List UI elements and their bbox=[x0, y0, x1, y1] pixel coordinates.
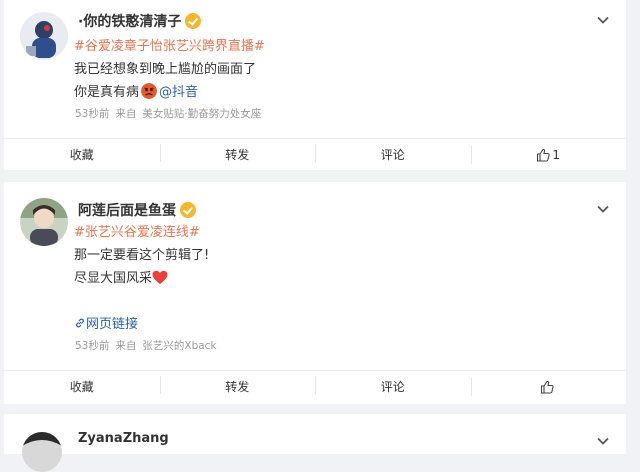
post-text-line-1: #张艺兴谷爱凌连线# bbox=[74, 221, 200, 240]
author-name[interactable]: ZyanaZhang bbox=[78, 431, 169, 446]
post-text-line-2: 我已经想象到晚上尴尬的画面了 bbox=[74, 62, 257, 77]
post-time[interactable]: 53秒前 bbox=[75, 108, 109, 120]
post-text-line-1: #谷爱凌章子怡张艺兴跨界直播# bbox=[74, 35, 265, 54]
author-name[interactable]: ·你的铁憨清清子 bbox=[78, 11, 202, 31]
repost-button[interactable]: 转发 bbox=[159, 144, 316, 163]
avatar[interactable] bbox=[20, 12, 68, 60]
chevron-down-icon[interactable] bbox=[596, 13, 610, 27]
comment-button[interactable]: 评论 bbox=[315, 376, 471, 395]
post-meta: 53秒前 来自 美女贴贴·勤奋努力处女座 bbox=[75, 106, 267, 121]
post-text-line-3: 你是真有病 @抖音 bbox=[74, 83, 199, 100]
feed-post-1: ·你的铁憨清清子 #谷爱凌章子怡张艺兴跨界直播# 我已经想象到晚上尴尬的画面了 … bbox=[4, 0, 626, 170]
author-name[interactable]: 阿莲后面是鱼蛋 bbox=[78, 200, 196, 220]
post-text-line-2: 那一定要看这个剪辑了! bbox=[74, 248, 210, 263]
like-button[interactable]: 1 bbox=[470, 145, 627, 164]
action-bar: 收藏 转发 评论 1 bbox=[4, 138, 626, 170]
mention-link[interactable]: @抖音 bbox=[159, 85, 198, 100]
avatar[interactable] bbox=[20, 198, 68, 246]
hashtag-link[interactable]: #谷爱凌章子怡张艺兴跨界直播# bbox=[74, 39, 265, 54]
source-prefix: 来自 bbox=[115, 340, 137, 352]
post-meta: 53秒前 来自 张艺兴的Xback bbox=[75, 338, 223, 353]
thumb-up-icon bbox=[541, 380, 554, 394]
link-icon bbox=[76, 318, 84, 328]
post-time[interactable]: 53秒前 bbox=[75, 340, 109, 352]
chevron-down-icon[interactable] bbox=[596, 434, 610, 448]
avatar[interactable] bbox=[22, 432, 62, 472]
action-bar: 收藏 转发 评论 bbox=[4, 370, 626, 402]
source-prefix: 来自 bbox=[115, 108, 137, 120]
verified-badge-icon bbox=[185, 13, 202, 29]
verified-badge-icon bbox=[180, 202, 196, 218]
feed-post-2: 阿莲后面是鱼蛋 #张艺兴谷爱凌连线# 那一定要看这个剪辑了! 尽显大国风采 网页… bbox=[4, 182, 626, 404]
comment-button[interactable]: 评论 bbox=[315, 144, 471, 163]
post-text-line-3: 尽显大国风采 bbox=[74, 267, 168, 286]
favorite-button[interactable]: 收藏 bbox=[4, 146, 160, 163]
repost-button[interactable]: 转发 bbox=[159, 376, 316, 395]
angry-emoji bbox=[141, 83, 158, 99]
like-count: 1 bbox=[552, 147, 561, 162]
post-source[interactable]: 张艺兴的Xback bbox=[142, 340, 216, 352]
favorite-button[interactable]: 收藏 bbox=[4, 378, 160, 395]
web-link-label[interactable]: 网页链接 bbox=[86, 317, 138, 332]
hashtag-link[interactable]: #张艺兴谷爱凌连线# bbox=[74, 225, 200, 240]
chevron-down-icon[interactable] bbox=[596, 202, 610, 216]
heart-emoji bbox=[152, 270, 168, 284]
post-source[interactable]: 美女贴贴·勤奋努力处女座 bbox=[142, 108, 261, 120]
web-link[interactable]: 网页链接 bbox=[74, 313, 138, 332]
thumb-up-icon bbox=[537, 148, 551, 162]
feed-post-3: ZyanaZhang bbox=[4, 414, 626, 472]
like-button[interactable] bbox=[470, 377, 627, 396]
